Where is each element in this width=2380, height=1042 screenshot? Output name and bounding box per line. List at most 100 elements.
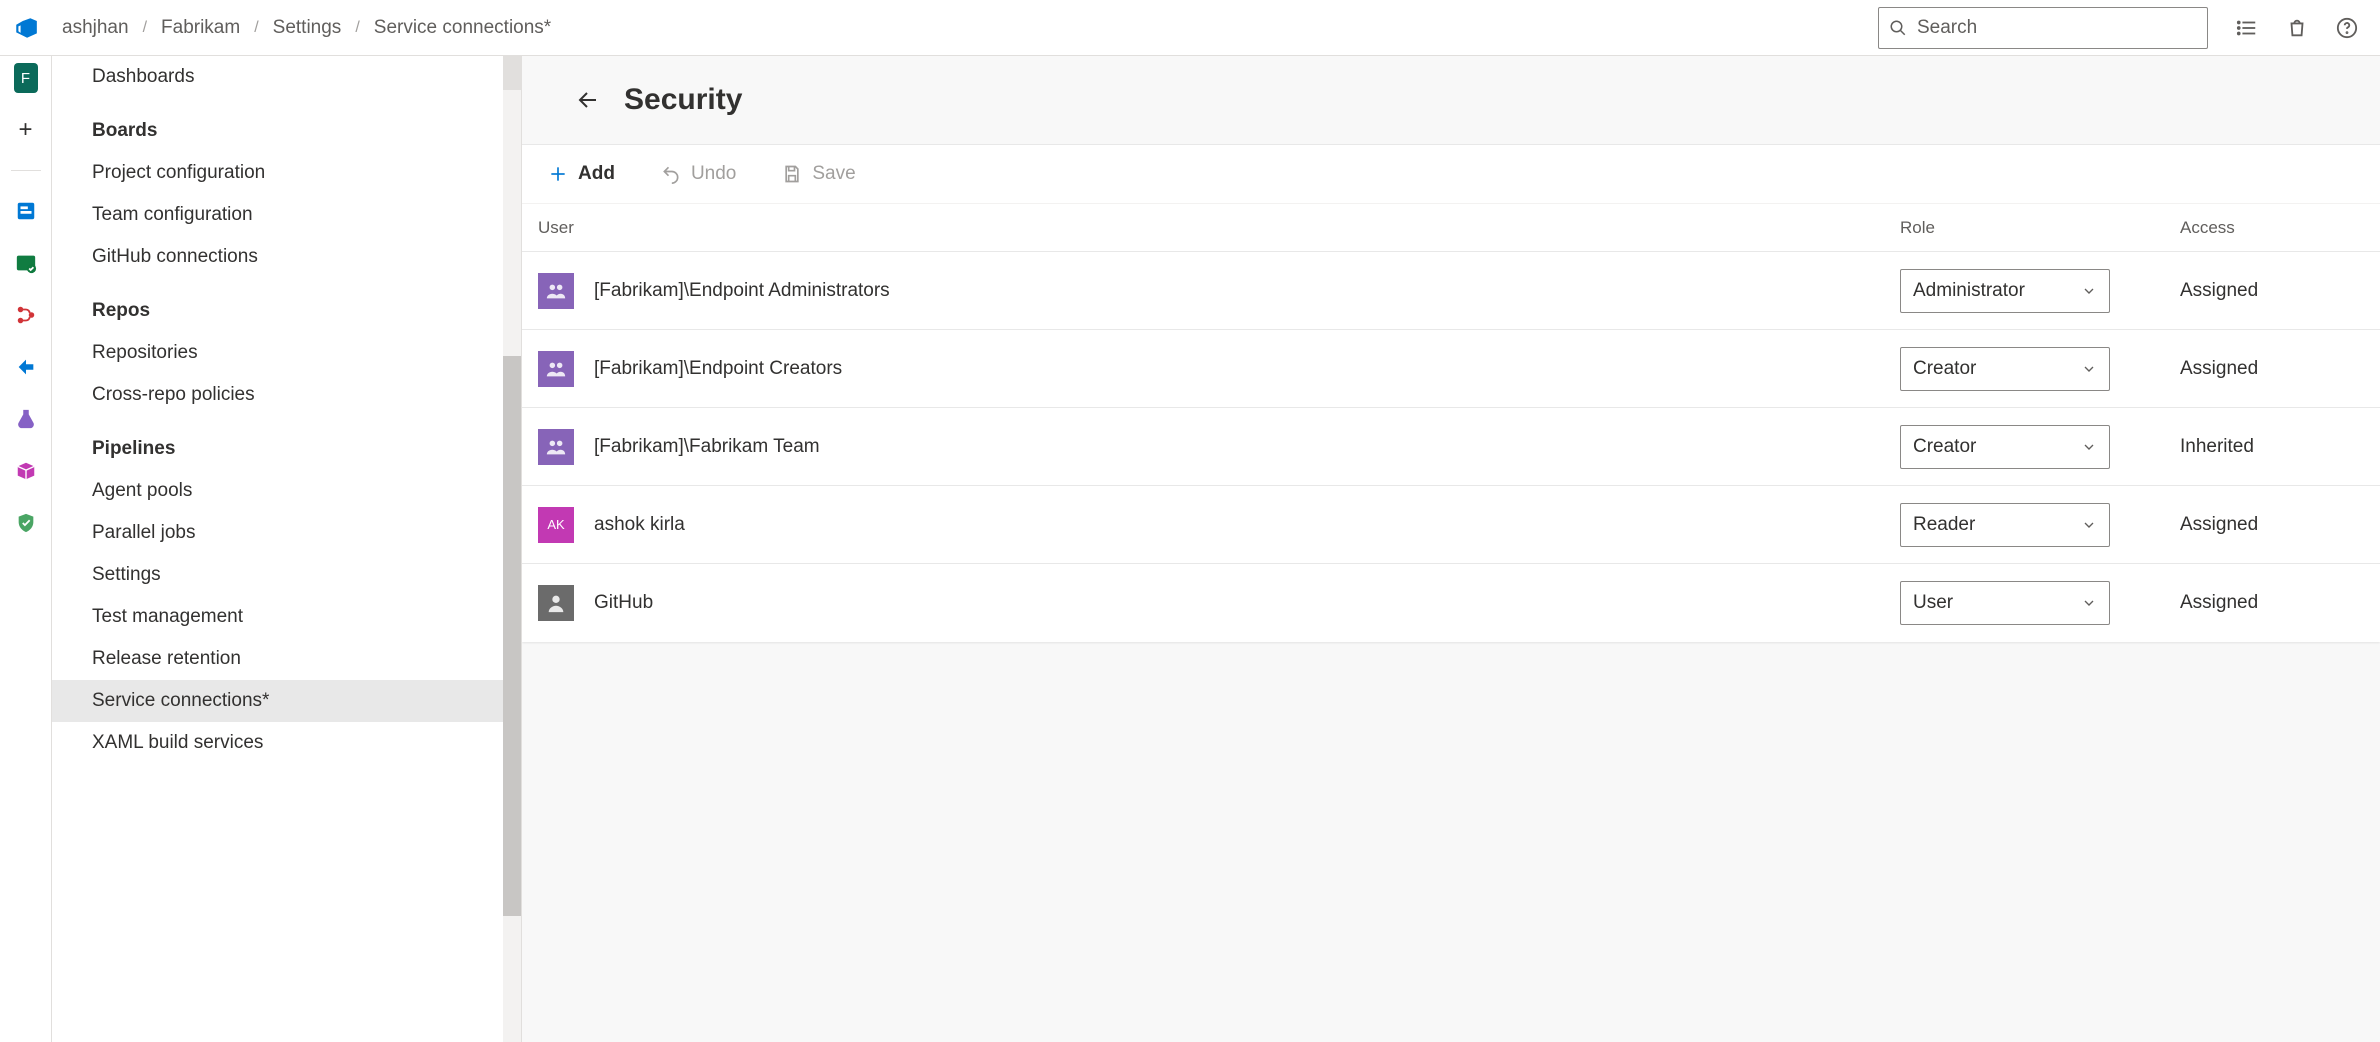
main-header: Security bbox=[522, 56, 2380, 144]
nav-header: Repos bbox=[52, 278, 521, 332]
access-value: Assigned bbox=[2180, 514, 2360, 536]
rail-testplans-icon[interactable] bbox=[14, 407, 38, 431]
project-avatar: F bbox=[14, 63, 38, 93]
save-button[interactable]: Save bbox=[782, 163, 855, 185]
role-select[interactable]: User bbox=[1900, 581, 2110, 625]
security-card: Add Undo Save User Role Access [Fabrikam… bbox=[522, 144, 2380, 642]
access-value: Assigned bbox=[2180, 280, 2360, 302]
settings-nav: ▴ DashboardsBoardsProject configurationT… bbox=[52, 56, 522, 1042]
add-label: Add bbox=[578, 163, 615, 185]
role-value: Creator bbox=[1913, 358, 1976, 380]
avatar bbox=[538, 273, 574, 309]
rail-new[interactable]: + bbox=[14, 118, 38, 142]
role-value: Administrator bbox=[1913, 280, 2025, 302]
user-name: ashok kirla bbox=[590, 514, 1900, 536]
nav-item[interactable]: Dashboards bbox=[52, 56, 521, 98]
breadcrumb-sep: / bbox=[143, 19, 147, 37]
breadcrumb: ashjhan / Fabrikam / Settings / Service … bbox=[62, 17, 551, 39]
breadcrumb-project[interactable]: Fabrikam bbox=[161, 17, 240, 39]
search-input[interactable] bbox=[1917, 17, 2197, 39]
rail-pipelines-icon[interactable] bbox=[14, 355, 38, 379]
col-role: Role bbox=[1900, 218, 2180, 238]
nav-item[interactable]: Release retention bbox=[52, 638, 521, 680]
rail-security-icon[interactable] bbox=[14, 511, 38, 535]
role-select[interactable]: Reader bbox=[1900, 503, 2110, 547]
user-name: GitHub bbox=[590, 592, 1900, 614]
scrollbar-up[interactable]: ▴ bbox=[503, 56, 521, 74]
user-name: [Fabrikam]\Endpoint Administrators bbox=[590, 280, 1900, 302]
nav-item[interactable]: Service connections* bbox=[52, 680, 521, 722]
role-select[interactable]: Creator bbox=[1900, 425, 2110, 469]
chevron-down-icon bbox=[2081, 439, 2097, 455]
back-button[interactable] bbox=[576, 88, 600, 112]
left-rail: F + bbox=[0, 56, 52, 1042]
role-value: Creator bbox=[1913, 436, 1976, 458]
table-row[interactable]: GitHub User Assigned bbox=[522, 564, 2380, 642]
rail-project[interactable]: F bbox=[14, 66, 38, 90]
nav-item[interactable]: Agent pools bbox=[52, 470, 521, 512]
nav-item[interactable]: Project configuration bbox=[52, 152, 521, 194]
table-row[interactable]: AK ashok kirlaReader Assigned bbox=[522, 486, 2380, 564]
rail-artifacts-icon[interactable] bbox=[14, 459, 38, 483]
plus-icon bbox=[548, 164, 568, 184]
main: Security Add Undo Save User Role bbox=[522, 56, 2380, 1042]
chevron-down-icon bbox=[2081, 517, 2097, 533]
page-title: Security bbox=[624, 83, 742, 117]
nav-item[interactable]: Test management bbox=[52, 596, 521, 638]
breadcrumb-org[interactable]: ashjhan bbox=[62, 17, 129, 39]
avatar bbox=[538, 585, 574, 621]
body: F + ▴ DashboardsBoardsProject configurat… bbox=[0, 56, 2380, 1042]
save-icon bbox=[782, 164, 802, 184]
breadcrumb-section[interactable]: Settings bbox=[273, 17, 342, 39]
security-rows: [Fabrikam]\Endpoint Administrators Admini… bbox=[522, 252, 2380, 642]
table-row[interactable]: [Fabrikam]\Endpoint Administrators Admini… bbox=[522, 252, 2380, 330]
breadcrumb-sep: / bbox=[355, 19, 359, 37]
nav-item[interactable]: GitHub connections bbox=[52, 236, 521, 278]
nav-item[interactable]: Team configuration bbox=[52, 194, 521, 236]
user-name: [Fabrikam]\Fabrikam Team bbox=[590, 436, 1900, 458]
nav-item[interactable]: Settings bbox=[52, 554, 521, 596]
nav-item[interactable]: Cross-repo policies bbox=[52, 374, 521, 416]
nav-item[interactable]: Repositories bbox=[52, 332, 521, 374]
col-user: User bbox=[530, 218, 1900, 238]
toolbar: Add Undo Save bbox=[522, 145, 2380, 204]
table-row[interactable]: [Fabrikam]\Endpoint CreatorsCreatorAssig… bbox=[522, 330, 2380, 408]
top-icons bbox=[2236, 17, 2358, 39]
avatar bbox=[538, 429, 574, 465]
chevron-down-icon bbox=[2081, 595, 2097, 611]
breadcrumb-sep: / bbox=[254, 19, 258, 37]
marketplace-icon[interactable] bbox=[2286, 17, 2308, 39]
table-header: User Role Access bbox=[522, 204, 2380, 252]
rail-repos-icon[interactable] bbox=[14, 303, 38, 327]
top-bar: ashjhan / Fabrikam / Settings / Service … bbox=[0, 0, 2380, 56]
access-value: Inherited bbox=[2180, 436, 2360, 458]
settings-scroll[interactable]: DashboardsBoardsProject configurationTea… bbox=[52, 56, 521, 1042]
breadcrumb-page[interactable]: Service connections* bbox=[374, 17, 551, 39]
list-icon[interactable] bbox=[2236, 17, 2258, 39]
table-row[interactable]: [Fabrikam]\Fabrikam Team Creator Inherited bbox=[522, 408, 2380, 486]
role-select[interactable]: Creator bbox=[1900, 347, 2110, 391]
role-value: User bbox=[1913, 592, 1953, 614]
undo-label: Undo bbox=[691, 163, 736, 185]
col-access: Access bbox=[2180, 218, 2360, 238]
rail-overview-icon[interactable] bbox=[14, 199, 38, 223]
azure-devops-logo[interactable] bbox=[12, 14, 40, 42]
nav-item[interactable]: XAML build services bbox=[52, 722, 521, 764]
undo-button[interactable]: Undo bbox=[661, 163, 736, 185]
search-box[interactable] bbox=[1878, 7, 2208, 49]
scrollbar-thumb[interactable] bbox=[503, 356, 521, 916]
access-value: Assigned bbox=[2180, 592, 2360, 614]
undo-icon bbox=[661, 164, 681, 184]
avatar bbox=[538, 351, 574, 387]
access-value: Assigned bbox=[2180, 358, 2360, 380]
chevron-down-icon bbox=[2081, 361, 2097, 377]
rail-boards-icon[interactable] bbox=[14, 251, 38, 275]
add-button[interactable]: Add bbox=[548, 163, 615, 185]
nav-header: Boards bbox=[52, 98, 521, 152]
save-label: Save bbox=[812, 163, 855, 185]
help-icon[interactable] bbox=[2336, 17, 2358, 39]
search-icon bbox=[1889, 19, 1907, 37]
nav-item[interactable]: Parallel jobs bbox=[52, 512, 521, 554]
avatar: AK bbox=[538, 507, 574, 543]
role-select[interactable]: Administrator bbox=[1900, 269, 2110, 313]
